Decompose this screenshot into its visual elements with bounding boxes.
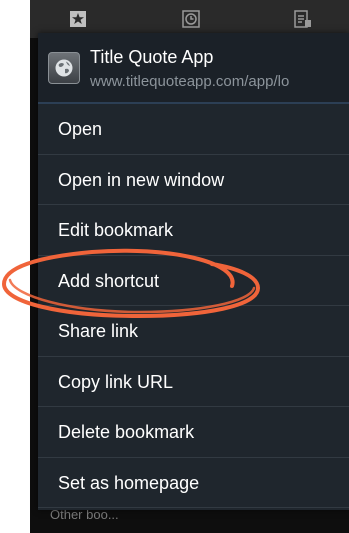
- context-menu-list: Open Open in new window Edit bookmark Ad…: [38, 104, 349, 508]
- bookmark-context-menu: Title Quote App www.titlequoteapp.com/ap…: [38, 33, 349, 510]
- menu-item-copy-link-url[interactable]: Copy link URL: [38, 357, 349, 407]
- clock-icon[interactable]: [182, 10, 200, 28]
- saved-pages-icon[interactable]: [294, 10, 312, 28]
- star-icon[interactable]: [69, 10, 87, 28]
- menu-item-edit-bookmark[interactable]: Edit bookmark: [38, 205, 349, 256]
- context-menu-header: Title Quote App www.titlequoteapp.com/ap…: [38, 33, 349, 104]
- menu-item-add-shortcut[interactable]: Add shortcut: [38, 256, 349, 306]
- menu-item-set-as-homepage[interactable]: Set as homepage: [38, 458, 349, 508]
- page-url: www.titlequoteapp.com/app/lo: [90, 73, 290, 90]
- page-title: Title Quote App: [90, 47, 214, 67]
- menu-item-share-link[interactable]: Share link: [38, 306, 349, 357]
- menu-item-open-in-new-window[interactable]: Open in new window: [38, 155, 349, 205]
- menu-item-delete-bookmark[interactable]: Delete bookmark: [38, 407, 349, 458]
- globe-icon: [48, 52, 80, 84]
- menu-item-open[interactable]: Open: [38, 104, 349, 155]
